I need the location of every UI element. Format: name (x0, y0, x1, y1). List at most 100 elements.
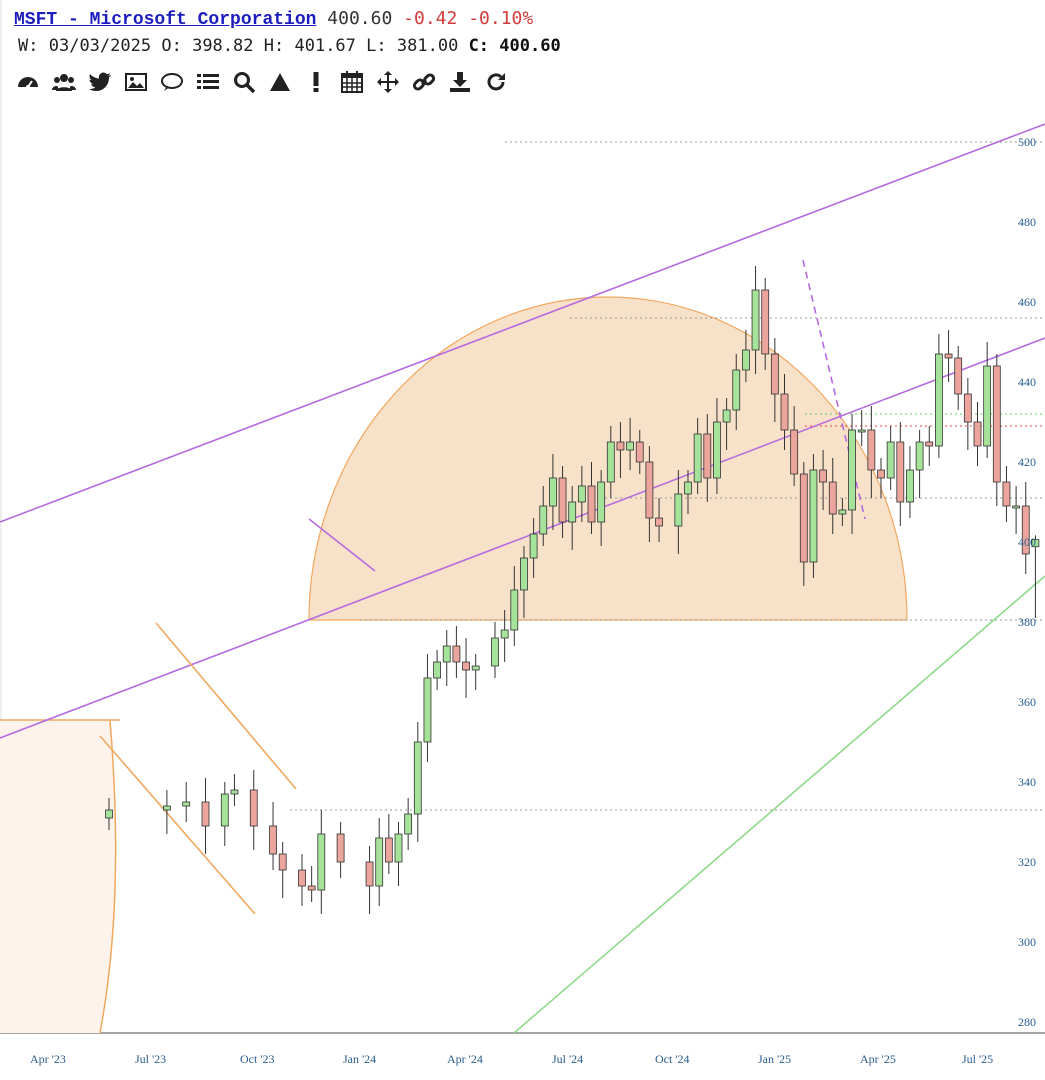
candle-body (182, 801, 191, 807)
candle-body (626, 441, 634, 451)
candle-body (616, 441, 625, 451)
bar-date: 03/03/2025 (48, 36, 152, 56)
orange-channel-upper (155, 622, 297, 790)
x-tick-label: Jan '24 (343, 1052, 376, 1066)
triangle-icon[interactable] (266, 68, 294, 96)
candle-body (761, 289, 770, 355)
ohlc-row: W: 03/03/2025 O: 398.82 H: 401.67 L: 381… (14, 33, 561, 59)
candle-body (867, 429, 876, 471)
candle-body (433, 661, 442, 679)
low-value: 381.00 (396, 36, 459, 56)
candle-body (298, 869, 306, 887)
high-label: H: (263, 36, 285, 56)
y-tick-label: 380 (1018, 615, 1036, 629)
image-icon[interactable] (122, 68, 150, 96)
candle-body (645, 461, 654, 519)
x-tick-label: Jul '23 (135, 1052, 166, 1066)
candle-body (973, 421, 982, 447)
y-tick-label: 280 (1018, 1015, 1036, 1029)
dashboard-icon[interactable] (14, 68, 42, 96)
candle-body (1002, 481, 1011, 507)
candle-body (1012, 505, 1020, 509)
candle-body (886, 441, 895, 479)
exclamation-icon[interactable] (302, 68, 330, 96)
candle-body (848, 429, 856, 511)
download-icon[interactable] (446, 68, 474, 96)
candle-body (674, 493, 683, 527)
candle-body (384, 837, 393, 863)
search-icon[interactable] (230, 68, 258, 96)
refresh-icon[interactable] (482, 68, 510, 96)
candle-body (684, 481, 692, 495)
candle-body (201, 801, 210, 827)
x-tick-label: Jan '25 (758, 1052, 791, 1066)
candle-body (413, 741, 422, 815)
y-tick-label: 420 (1018, 455, 1036, 469)
candle-body (520, 557, 528, 591)
candle-body (220, 793, 229, 827)
orange-channel-lower (99, 735, 256, 915)
title-row: MSFT - Microsoft Corporation 400.60 -0.4… (14, 6, 561, 33)
close-value: 400.60 (499, 36, 561, 56)
y-tick-label: 440 (1018, 375, 1036, 389)
candle-body (722, 409, 731, 423)
chart-header: MSFT - Microsoft Corporation 400.60 -0.4… (14, 6, 561, 59)
x-tick-label: Jul '25 (962, 1052, 993, 1066)
y-tick-label: 300 (1018, 935, 1036, 949)
candle-body (471, 665, 480, 671)
move-icon[interactable] (374, 68, 402, 96)
y-tick-label: 480 (1018, 215, 1036, 229)
toolbar (14, 68, 510, 96)
list-icon[interactable] (194, 68, 222, 96)
candle-body (655, 517, 663, 527)
candle-body (394, 833, 403, 863)
high-value: 401.67 (294, 36, 356, 56)
low-label: L: (366, 36, 387, 56)
candle-body (278, 853, 287, 871)
candle-body (877, 469, 885, 479)
candle-body (577, 485, 586, 503)
x-tick-label: Oct '24 (655, 1052, 690, 1066)
candle-body (703, 433, 712, 479)
candle-body (529, 533, 538, 559)
y-tick-label: 320 (1018, 855, 1036, 869)
candle-body (558, 477, 567, 523)
candle-body (780, 393, 789, 431)
twitter-icon[interactable] (86, 68, 114, 96)
candle-body (549, 477, 557, 507)
candle-body (915, 441, 924, 471)
candle-body (500, 629, 509, 639)
calendar-icon[interactable] (338, 68, 366, 96)
candle-body (790, 429, 799, 475)
candle-body (587, 485, 596, 523)
candle-body (992, 365, 1001, 483)
candle-body (230, 789, 239, 795)
x-tick-label: Jul '24 (552, 1052, 583, 1066)
candle-body (828, 481, 837, 515)
y-tick-label: 460 (1018, 295, 1036, 309)
price-chart[interactable]: 280 300 320 340 360 380 400 420 440 460 480 500 Apr … (0, 0, 1045, 1080)
left-arc-fill (0, 720, 116, 1033)
price-change: -0.42 (403, 8, 458, 29)
symbol-title-link[interactable]: MSFT - Microsoft Corporation (14, 10, 316, 30)
candle-body (568, 501, 577, 523)
candle-body (365, 861, 374, 887)
comment-icon[interactable] (158, 68, 186, 96)
candle-body (162, 805, 171, 811)
candle-body (751, 289, 760, 351)
candle-body (954, 357, 963, 395)
last-price: 400.60 (327, 8, 393, 29)
x-tick-label: Apr '24 (447, 1052, 483, 1066)
y-tick-label: 340 (1018, 775, 1036, 789)
close-label: C: (468, 36, 490, 56)
link-icon[interactable] (410, 68, 438, 96)
candle-body (906, 469, 914, 503)
candle-body (606, 441, 615, 483)
candle-body (857, 429, 866, 433)
candle-body (809, 469, 818, 563)
x-tick-label: Apr '25 (860, 1052, 896, 1066)
price-change-percent: -0.10% (468, 8, 534, 29)
candle-body (983, 365, 992, 447)
open-value: 398.82 (192, 36, 254, 56)
users-icon[interactable] (50, 68, 78, 96)
